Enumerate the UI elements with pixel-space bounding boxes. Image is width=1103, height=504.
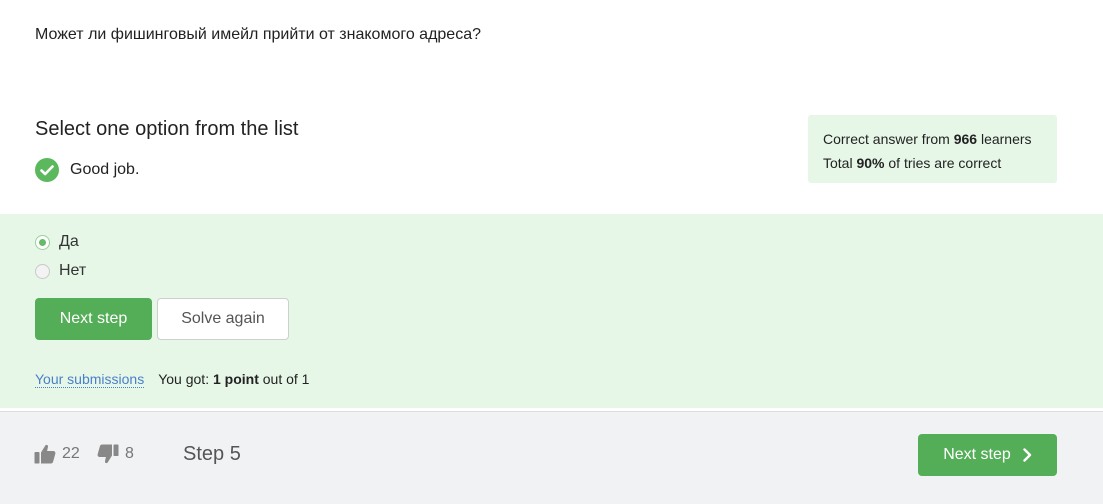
radio-selected[interactable]: [35, 234, 50, 250]
score-suffix: out of 1: [258, 371, 310, 387]
score-text: You got: 1 point out of 1: [158, 371, 309, 387]
solve-again-button[interactable]: Solve again: [157, 298, 289, 340]
stats-correct-rate: Total 90% of tries are correct: [823, 151, 1042, 175]
like-button[interactable]: 22: [34, 444, 80, 464]
like-count: 22: [62, 445, 80, 462]
step-label: Step 5: [183, 443, 241, 465]
next-step-button[interactable]: Next step: [35, 298, 152, 340]
your-submissions-link[interactable]: Your submissions: [35, 371, 145, 388]
stats-rate-suffix: of tries are correct: [884, 155, 1002, 171]
option-net[interactable]: Нет: [35, 262, 86, 280]
submission-result: Your submissions You got: 1 point out of…: [35, 371, 309, 388]
stats-learners-suffix: learners: [977, 131, 1032, 147]
option-label: Да: [59, 233, 79, 250]
feedback-message: Good job.: [35, 158, 139, 182]
footer-next-label: Next step: [943, 446, 1011, 463]
stats-rate-prefix: Total: [823, 155, 857, 171]
stats-learners-count: 966: [953, 131, 978, 147]
option-da[interactable]: Да: [35, 233, 79, 251]
chevron-right-icon: [1023, 448, 1032, 462]
thumbs-up-icon: [34, 444, 56, 464]
score-prefix: You got:: [158, 371, 213, 387]
stats-box: Correct answer from 966 learners Total 9…: [808, 115, 1057, 183]
step-footer: 22 8 Step 5 Next step: [0, 411, 1103, 504]
dislike-count: 8: [125, 445, 134, 462]
stats-learners: Correct answer from 966 learners: [823, 127, 1042, 151]
stats-rate-percent: 90%: [856, 155, 885, 171]
score-points: 1 point: [212, 371, 259, 387]
dislike-button[interactable]: 8: [97, 444, 134, 464]
footer-next-step-button[interactable]: Next step: [918, 434, 1057, 476]
feedback-text: Good job.: [70, 161, 140, 178]
step-page: Может ли фишинговый имейл прийти от знак…: [0, 0, 1103, 504]
quiz-instruction: Select one option from the list: [35, 118, 299, 140]
radio-unselected[interactable]: [35, 263, 50, 279]
question-text: Может ли фишинговый имейл прийти от знак…: [35, 26, 481, 43]
thumbs-down-icon: [97, 444, 119, 464]
answer-area: Да Нет Next step Solve again Your submis…: [0, 214, 1103, 408]
stats-learners-prefix: Correct answer from: [823, 131, 954, 147]
check-circle-icon: [35, 158, 59, 182]
option-label: Нет: [59, 262, 87, 279]
